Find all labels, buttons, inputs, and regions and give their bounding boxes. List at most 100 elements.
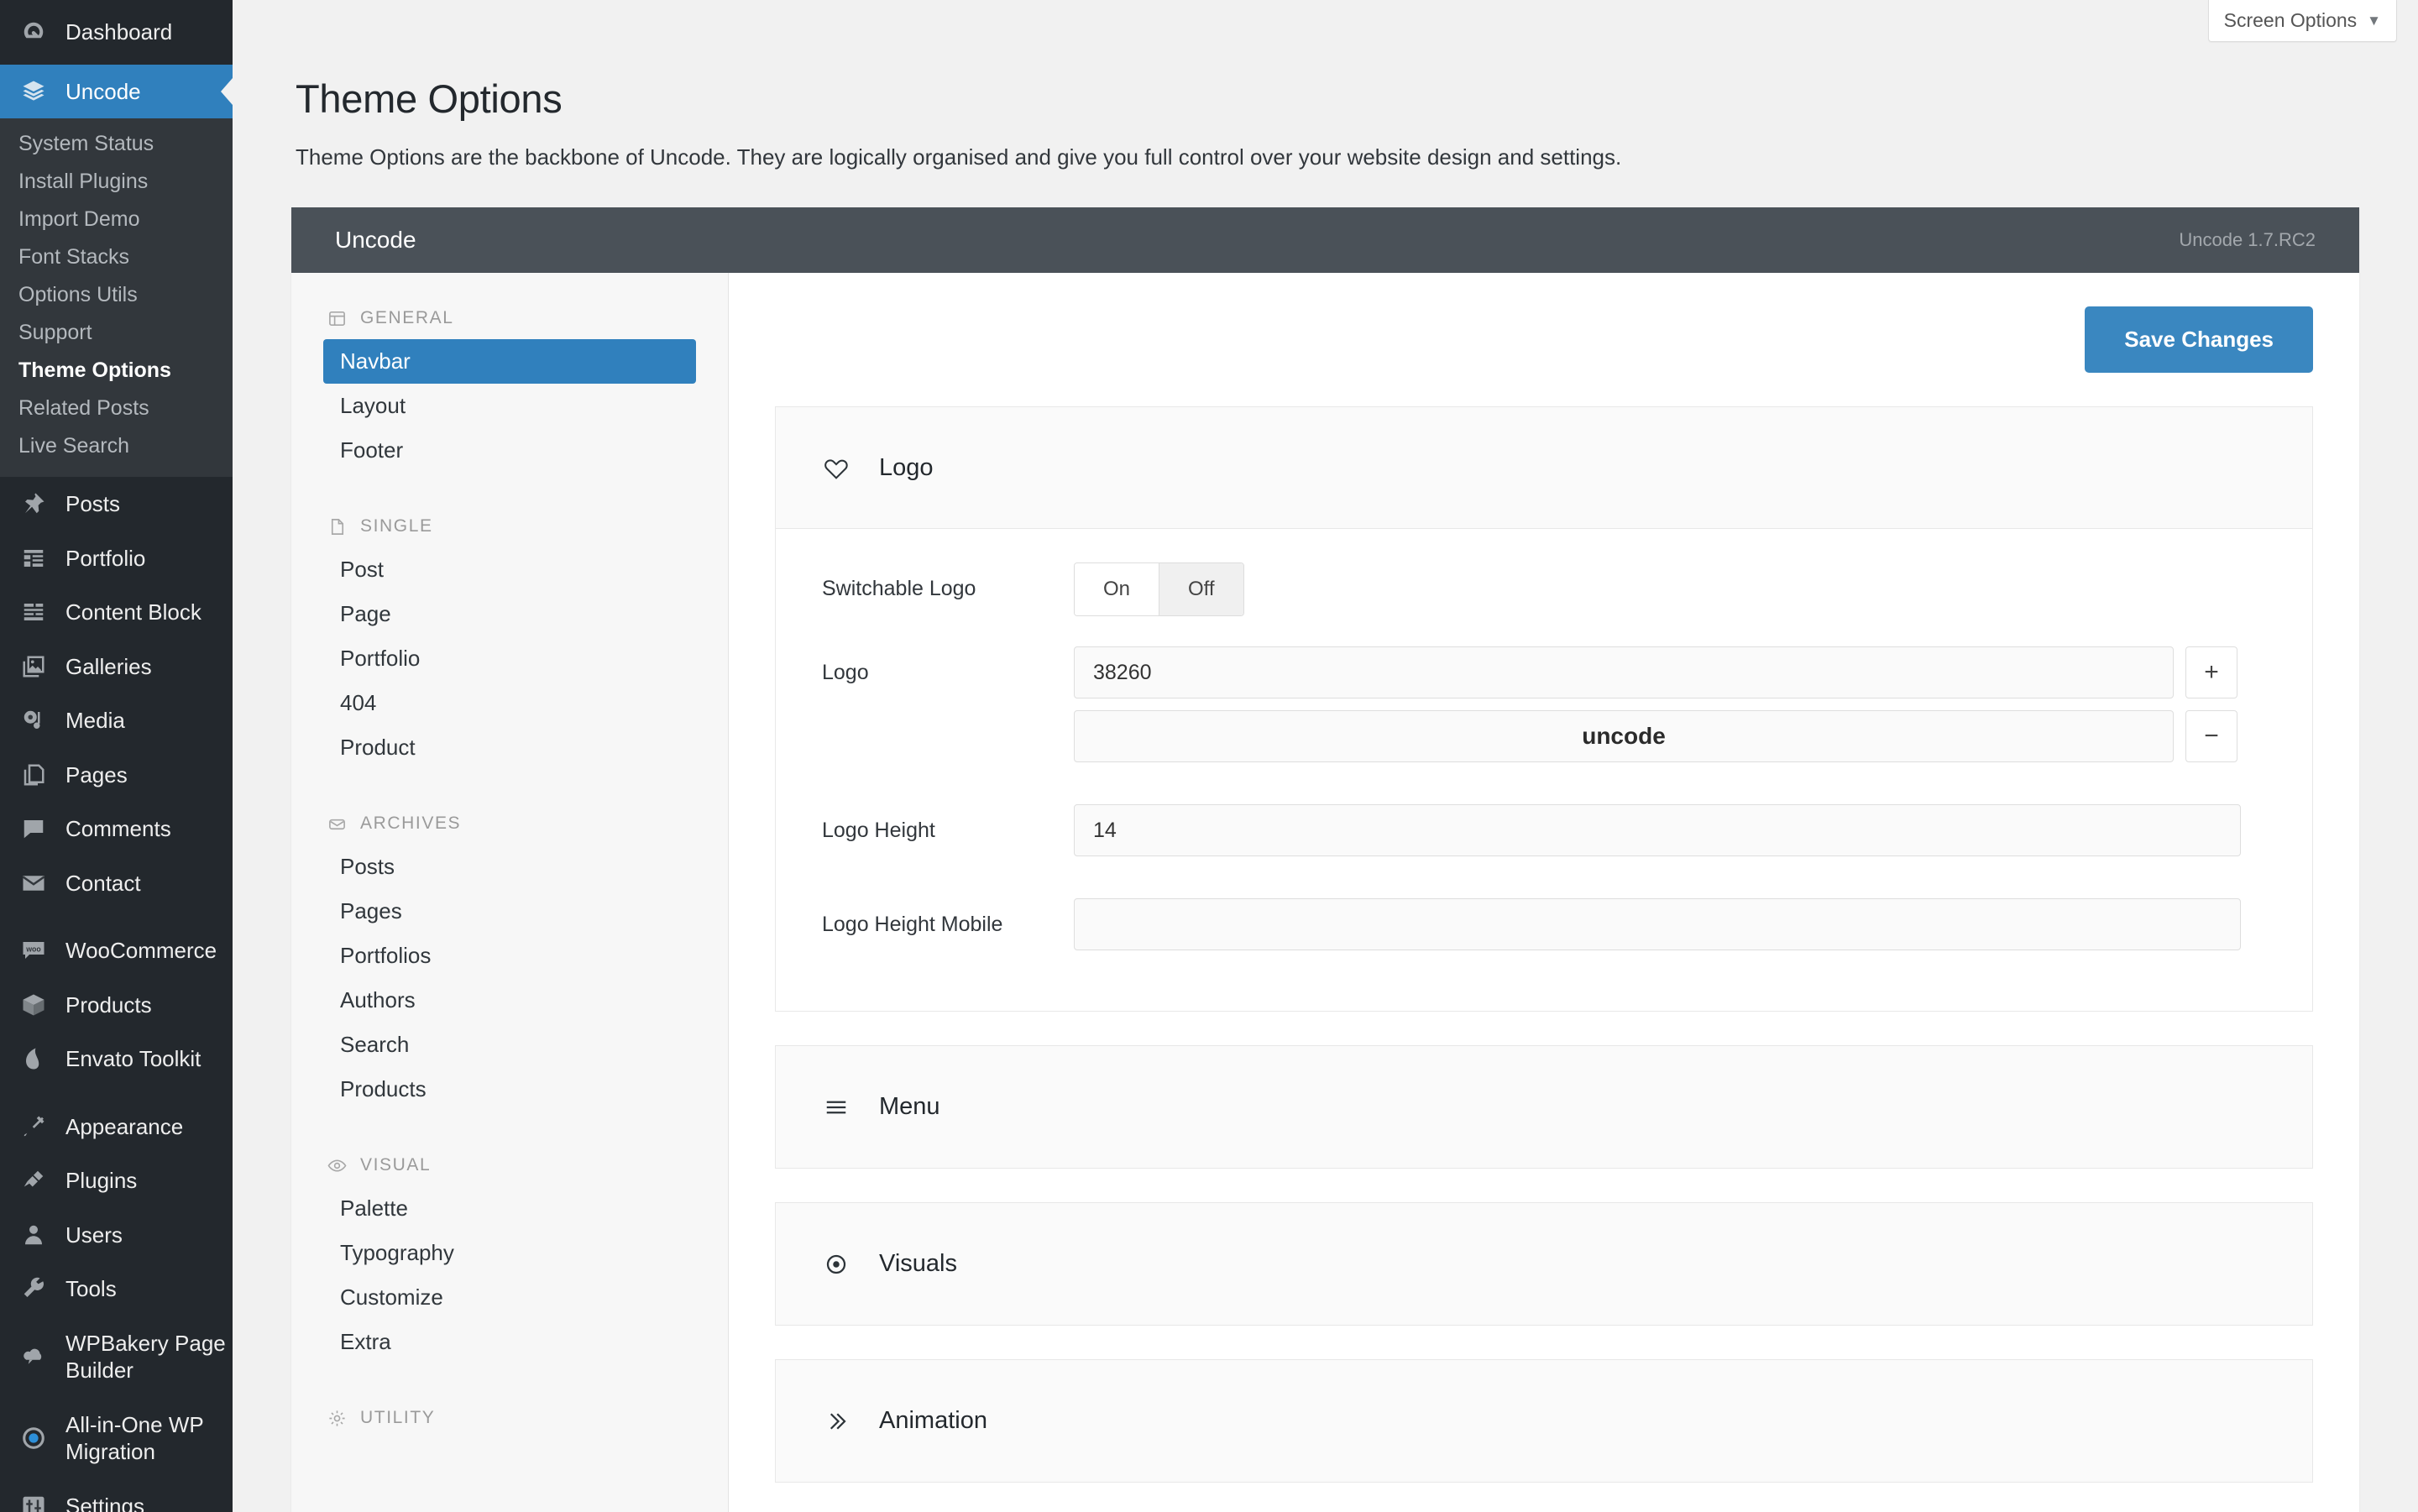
sidebar-item-content-block[interactable]: Content Block	[0, 585, 233, 640]
pages-icon	[18, 762, 49, 787]
sidebar-item-label: All-in-One WP Migration	[65, 1411, 204, 1465]
options-content: Save Changes Logo Switchable Logo On Off…	[729, 273, 2359, 1512]
submenu-item-font-stacks[interactable]: Font Stacks	[0, 238, 233, 276]
screen-options-button[interactable]: Screen Options ▼	[2207, 0, 2397, 42]
sidebar-item-plugins[interactable]: Plugins	[0, 1154, 233, 1208]
sidebar-item-appearance[interactable]: Appearance	[0, 1100, 233, 1154]
sidebar-item-wpbakery-page-builder[interactable]: WPBakery Page Builder	[0, 1316, 233, 1398]
dashboard-icon	[18, 19, 49, 44]
panel-title: Uncode	[335, 227, 416, 253]
sidebar-item-uncode[interactable]: Uncode	[0, 64, 233, 118]
options-nav: GENERAL Navbar Layout Footer SINGLE Post Page P…	[291, 273, 729, 1512]
logo-id-input[interactable]: 38260	[1074, 646, 2174, 698]
box-icon	[18, 992, 49, 1018]
submenu-item-related-posts[interactable]: Related Posts	[0, 390, 233, 427]
nav-group-archives: ARCHIVES Posts Pages Portfolios Authors Searc…	[323, 814, 696, 1112]
toggle-on-option[interactable]: On	[1075, 563, 1159, 615]
nav-item-page[interactable]: Page	[323, 592, 696, 636]
nav-item-portfolios[interactable]: Portfolios	[323, 934, 696, 978]
sidebar-item-label: WPBakery Page Builder	[65, 1330, 226, 1384]
nav-item-portfolio[interactable]: Portfolio	[323, 636, 696, 681]
field-logo-height: Logo Height 14	[776, 789, 2312, 883]
nav-item-authors[interactable]: Authors	[323, 978, 696, 1023]
nav-item-footer[interactable]: Footer	[323, 428, 696, 473]
sidebar-item-label: Appearance	[65, 1113, 184, 1139]
eye-circle-icon	[822, 1252, 850, 1277]
sidebar-item-envato-toolkit[interactable]: Envato Toolkit	[0, 1032, 233, 1086]
hamburger-icon	[822, 1095, 850, 1120]
sidebar-item-dashboard[interactable]: Dashboard	[0, 0, 233, 65]
sidebar-item-woocommerce[interactable]: woo WooCommerce	[0, 923, 233, 978]
sidebar-item-contact[interactable]: Contact	[0, 856, 233, 911]
portfolio-grid-icon	[18, 546, 49, 571]
sidebar-item-label: Comments	[65, 816, 171, 841]
field-label: Switchable Logo	[822, 577, 976, 600]
section-animation-header[interactable]: Animation	[776, 1360, 2312, 1482]
nav-item-extra[interactable]: Extra	[323, 1320, 696, 1364]
submenu-item-system-status[interactable]: System Status	[0, 125, 233, 163]
submenu-item-options-utils[interactable]: Options Utils	[0, 276, 233, 314]
submenu-item-install-plugins[interactable]: Install Plugins	[0, 163, 233, 201]
nav-item-pages[interactable]: Pages	[323, 889, 696, 934]
nav-item-navbar[interactable]: Navbar	[323, 339, 696, 384]
sidebar-item-label: Portfolio	[65, 545, 146, 571]
remove-logo-button[interactable]: −	[2185, 710, 2237, 762]
sidebar-item-settings[interactable]: Settings	[0, 1479, 233, 1512]
submenu-item-import-demo[interactable]: Import Demo	[0, 201, 233, 238]
collapsed-sections: Menu Visuals Animation	[775, 1045, 2313, 1483]
logo-height-mobile-input[interactable]	[1074, 898, 2241, 950]
sidebar-item-label: Plugins	[65, 1168, 138, 1193]
section-animation: Animation	[775, 1359, 2313, 1483]
nav-item-palette[interactable]: Palette	[323, 1186, 696, 1231]
panel-header: Uncode Uncode 1.7.RC2	[291, 207, 2359, 273]
toggle-off-option[interactable]: Off	[1159, 563, 1243, 615]
field-label: Logo	[822, 661, 869, 684]
nav-item-products[interactable]: Products	[323, 1067, 696, 1112]
submenu-item-theme-options[interactable]: Theme Options	[0, 352, 233, 390]
layout-panel-icon	[327, 308, 347, 328]
sidebar-item-comments[interactable]: Comments	[0, 802, 233, 856]
nav-item-product[interactable]: Product	[323, 725, 696, 770]
sidebar-item-all-in-one-wp-migration[interactable]: All-in-One WP Migration	[0, 1398, 233, 1479]
user-icon	[18, 1222, 49, 1248]
sidebar-item-products[interactable]: Products	[0, 978, 233, 1033]
sidebar-item-media[interactable]: Media	[0, 693, 233, 748]
document-icon	[327, 516, 347, 536]
switchable-logo-toggle[interactable]: On Off	[1074, 562, 1244, 616]
nav-item-posts[interactable]: Posts	[323, 845, 696, 889]
eye-icon	[327, 1155, 347, 1175]
envelope-icon	[18, 871, 49, 896]
nav-item-layout[interactable]: Layout	[323, 384, 696, 428]
sidebar-item-portfolio[interactable]: Portfolio	[0, 531, 233, 586]
submenu-item-live-search[interactable]: Live Search	[0, 427, 233, 465]
sidebar-item-users[interactable]: Users	[0, 1208, 233, 1263]
gear-icon	[327, 1408, 347, 1428]
section-logo-header[interactable]: Logo	[776, 407, 2312, 529]
gallery-images-icon	[18, 654, 49, 679]
sidebar-item-label: Posts	[65, 491, 121, 516]
logo-height-input[interactable]: 14	[1074, 804, 2241, 856]
wpbakery-cloud-icon	[18, 1344, 49, 1369]
section-menu-header[interactable]: Menu	[776, 1046, 2312, 1168]
nav-item-typography[interactable]: Typography	[323, 1231, 696, 1275]
sidebar-item-posts[interactable]: Posts	[0, 477, 233, 531]
save-changes-button[interactable]: Save Changes	[2085, 306, 2313, 373]
nav-item-404[interactable]: 404	[323, 681, 696, 725]
section-visuals-header[interactable]: Visuals	[776, 1203, 2312, 1325]
sidebar-item-label: Media	[65, 708, 125, 733]
sidebar-item-label: Pages	[65, 761, 128, 787]
sidebar-item-galleries[interactable]: Galleries	[0, 640, 233, 694]
envato-leaf-icon	[18, 1046, 49, 1071]
heart-icon	[822, 455, 850, 480]
nav-item-post[interactable]: Post	[323, 547, 696, 592]
woo-icon: woo	[18, 938, 49, 963]
nav-item-customize[interactable]: Customize	[323, 1275, 696, 1320]
submenu-item-support[interactable]: Support	[0, 314, 233, 352]
sidebar-item-pages[interactable]: Pages	[0, 748, 233, 803]
sidebar-item-label: Galleries	[65, 653, 152, 679]
sidebar-item-tools[interactable]: Tools	[0, 1262, 233, 1316]
nav-item-search[interactable]: Search	[323, 1023, 696, 1067]
pin-icon	[18, 491, 49, 516]
sidebar-item-label: Tools	[65, 1276, 117, 1301]
add-logo-button[interactable]: +	[2185, 646, 2237, 698]
